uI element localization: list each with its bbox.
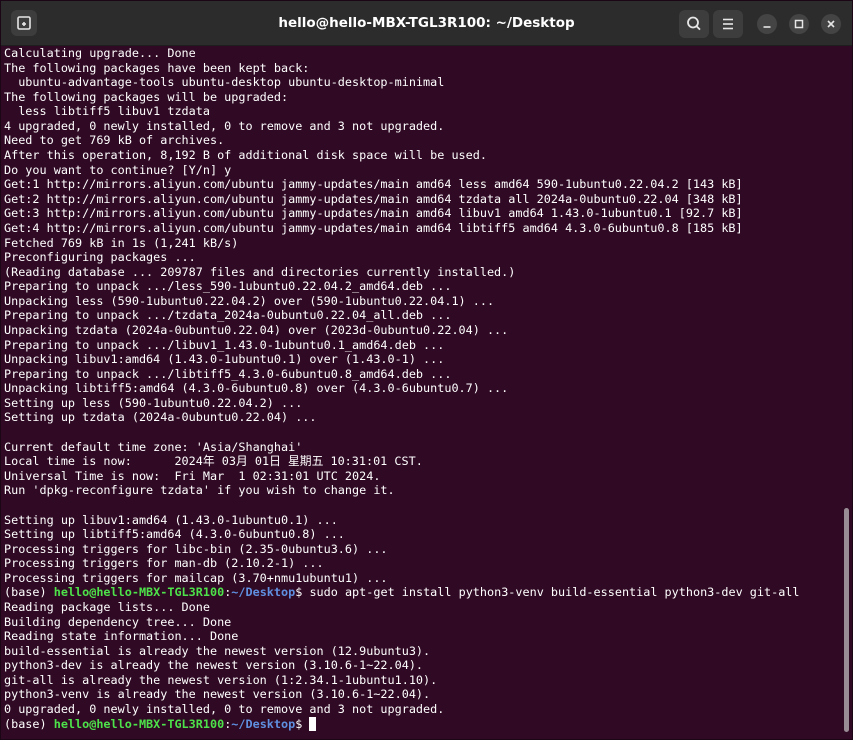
terminal-line: 0 upgraded, 0 newly installed, 0 to remo… [4,702,445,717]
search-button[interactable] [679,10,709,38]
text-cursor [309,716,317,731]
terminal-output-block-1: Calculating upgrade... Done The following… [4,46,840,585]
minimize-button[interactable] [757,14,777,34]
terminal-line: Universal Time is now: Fri Mar 1 02:31:0… [4,468,381,483]
terminal-line: Setting up libuv1:amd64 (1.43.0-1ubuntu0… [4,512,338,527]
terminal-line: Need to get 769 kB of archives. [4,133,225,148]
close-icon [827,20,835,28]
terminal-line: Preparing to unpack .../libtiff5_4.3.0-6… [4,366,452,381]
terminal-line: The following packages have been kept ba… [4,60,310,75]
prompt-user: hello@hello-MBX-TGL3R100 [53,585,225,600]
terminal-line: Setting up tzdata (2024a-0ubuntu0.22.04)… [4,410,317,425]
search-icon [687,16,701,31]
terminal-line: Setting up libtiff5:amd64 (4.3.0-6ubuntu… [4,527,345,542]
terminal-line: Unpacking tzdata (2024a-0ubuntu0.22.04) … [4,322,509,337]
scrollbar[interactable] [844,508,849,732]
maximize-button[interactable] [789,14,809,34]
terminal-line: (Reading database ... 209787 files and d… [4,264,516,279]
terminal-line: Unpacking libtiff5:amd64 (4.3.0-6ubuntu0… [4,381,509,396]
menu-button[interactable] [713,10,743,38]
terminal-line: build-essential is already the newest ve… [4,643,431,658]
prompt-path: ~/Desktop [231,716,296,731]
terminal-line: Preparing to unpack .../tzdata_2024a-0ub… [4,308,452,323]
terminal-line: Get:2 http://mirrors.aliyun.com/ubuntu j… [4,191,743,206]
terminal-line: less libtiff5 libuv1 tzdata [4,104,210,119]
terminal-line: git-all is already the newest version (1… [4,672,438,687]
terminal-line: Setting up less (590-1ubuntu0.22.04.2) .… [4,395,303,410]
terminal-output[interactable]: Calculating upgrade... Done The following… [4,46,840,736]
terminal-line: Run 'dpkg-reconfigure tzdata' if you wis… [4,483,395,498]
terminal-line: Do you want to continue? [Y/n] y [4,162,232,177]
terminal-line: Get:4 http://mirrors.aliyun.com/ubuntu j… [4,220,743,235]
terminal-line: Unpacking libuv1:amd64 (1.43.0-1ubuntu0.… [4,352,445,367]
terminal-line: Reading state information... Done [4,629,239,644]
prompt-user: hello@hello-MBX-TGL3R100 [53,716,225,731]
terminal-line: Fetched 769 kB in 1s (1,241 kB/s) [4,235,239,250]
command-text: sudo apt-get install python3-venv build-… [309,585,800,600]
terminal-window: hello@hello-MBX-TGL3R100: ~/Desktop Calc… [0,0,853,740]
terminal-line: Current default time zone: 'Asia/Shangha… [4,439,303,454]
minimize-icon [763,26,771,28]
terminal-output-block-2: Reading package lists... Done Building de… [4,600,840,717]
terminal-line: Preparing to unpack .../libuv1_1.43.0-1u… [4,337,445,352]
terminal-line: Get:1 http://mirrors.aliyun.com/ubuntu j… [4,177,743,192]
close-button[interactable] [821,14,841,34]
terminal-line: python3-venv is already the newest versi… [4,687,431,702]
title-bar[interactable]: hello@hello-MBX-TGL3R100: ~/Desktop [1,1,852,46]
terminal-line: 4 upgraded, 0 newly installed, 0 to remo… [4,118,445,133]
terminal-line: Local time is now: 2024年 03月 01日 星期五 10:… [4,454,423,469]
prompt-line: (base) hello@hello-MBX-TGL3R100:~/Deskto… [4,585,800,600]
terminal-line: The following packages will be upgraded: [4,89,289,104]
terminal-line: Unpacking less (590-1ubuntu0.22.04.2) ov… [4,293,495,308]
terminal-line: ubuntu-advantage-tools ubuntu-desktop ub… [4,75,445,90]
terminal-line: Preconfiguring packages ... [4,250,196,265]
terminal-line: Reading package lists... Done [4,599,210,614]
terminal-line: After this operation, 8,192 B of additio… [4,148,487,163]
maximize-icon [794,19,804,29]
terminal-line: Processing triggers for libc-bin (2.35-0… [4,541,388,556]
active-prompt-line[interactable]: (base) hello@hello-MBX-TGL3R100:~/Deskto… [4,716,840,732]
terminal-line: python3-dev is already the newest versio… [4,658,424,673]
terminal-line: Calculating upgrade... Done [4,46,196,60]
terminal-line: Preparing to unpack .../less_590-1ubuntu… [4,279,452,294]
terminal-line: Processing triggers for man-db (2.10.2-1… [4,556,324,571]
terminal-line: Get:3 http://mirrors.aliyun.com/ubuntu j… [4,206,743,221]
terminal-line: Processing triggers for mailcap (3.70+nm… [4,570,388,585]
terminal-line: Building dependency tree... Done [4,614,232,629]
prompt-path: ~/Desktop [231,585,296,600]
hamburger-menu-icon [723,18,733,30]
